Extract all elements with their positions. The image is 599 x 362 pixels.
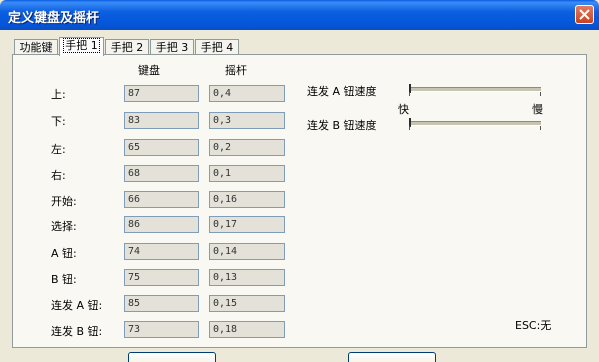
keyboard-field-up[interactable]: 87	[124, 85, 199, 102]
row-label-turbo-b: 连发 B 钮:	[51, 325, 103, 338]
keyboard-field-turbo-b[interactable]: 73	[124, 321, 199, 338]
close-icon	[579, 9, 590, 20]
tab-label: 手把 3	[155, 41, 189, 54]
esc-hint: ESC:无	[515, 319, 552, 332]
row-label-b-button: B 钮:	[51, 273, 77, 286]
keyboard-field-select[interactable]: 86	[124, 216, 199, 233]
slider-tick	[540, 92, 541, 96]
joystick-field-left[interactable]: 0,2	[209, 139, 285, 156]
keyboard-field-right[interactable]: 68	[124, 165, 199, 182]
tab-controller-2[interactable]: 手把 2	[105, 39, 149, 55]
row-label-select: 选择:	[51, 220, 77, 233]
row-label-down: 下:	[51, 115, 66, 128]
tab-label: 手把 1	[63, 38, 100, 53]
row-label-a-button: A 钮:	[51, 247, 77, 260]
slider-track	[409, 87, 541, 92]
row-label-turbo-a: 连发 A 钮:	[51, 299, 103, 312]
slider-tick	[409, 92, 410, 96]
tab-label: 手把 2	[110, 41, 144, 54]
joystick-field-a-button[interactable]: 0,14	[209, 243, 285, 260]
joystick-field-turbo-a[interactable]: 0,15	[209, 295, 285, 312]
turbo-b-speed-slider[interactable]	[409, 118, 541, 131]
close-button[interactable]	[575, 5, 594, 24]
slider-tick	[409, 126, 410, 130]
row-label-up: 上:	[51, 88, 66, 101]
turbo-a-speed-slider[interactable]	[409, 84, 541, 97]
joystick-field-down[interactable]: 0,3	[209, 112, 285, 129]
keyboard-field-turbo-a[interactable]: 85	[124, 295, 199, 312]
tab-label: 功能键	[19, 41, 53, 54]
fast-label: 快	[398, 103, 409, 116]
bottom-button-left[interactable]	[128, 352, 216, 362]
joystick-column-header: 摇杆	[225, 64, 247, 77]
row-label-left: 左:	[51, 143, 66, 156]
slider-track	[409, 121, 541, 126]
bottom-button-right[interactable]	[348, 352, 436, 362]
keyboard-column-header: 键盘	[138, 64, 160, 77]
joystick-field-select[interactable]: 0,17	[209, 216, 285, 233]
tab-controller-4[interactable]: 手把 4	[195, 39, 239, 55]
keyboard-field-b-button[interactable]: 75	[124, 269, 199, 286]
window-title: 定义键盘及摇杆	[8, 11, 100, 26]
keyboard-field-down[interactable]: 83	[124, 112, 199, 129]
row-label-start: 开始:	[51, 195, 77, 208]
tab-function-keys[interactable]: 功能键	[14, 39, 58, 55]
dialog-window: 定义键盘及摇杆 功能键 手把 1 手把 2 手把 3 手把 4 键盘 摇杆 上:…	[0, 0, 599, 362]
tab-controller-3[interactable]: 手把 3	[150, 39, 194, 55]
joystick-field-start[interactable]: 0,16	[209, 191, 285, 208]
keyboard-field-start[interactable]: 66	[124, 191, 199, 208]
turbo-b-speed-label: 连发 B 钮速度	[307, 119, 377, 132]
slow-label: 慢	[532, 103, 543, 116]
title-bar[interactable]: 定义键盘及摇杆	[0, 0, 599, 30]
row-label-right: 右:	[51, 169, 66, 182]
tab-panel: 键盘 摇杆 上: 87 0,4 下: 83 0,3 左: 65 0,2 右: 6…	[12, 54, 587, 348]
joystick-field-up[interactable]: 0,4	[209, 85, 285, 102]
keyboard-field-a-button[interactable]: 74	[124, 243, 199, 260]
keyboard-field-left[interactable]: 65	[124, 139, 199, 156]
joystick-field-b-button[interactable]: 0,13	[209, 269, 285, 286]
tab-label: 手把 4	[200, 41, 234, 54]
turbo-a-speed-label: 连发 A 钮速度	[307, 85, 377, 98]
tab-controller-1[interactable]: 手把 1	[59, 37, 104, 56]
joystick-field-right[interactable]: 0,1	[209, 165, 285, 182]
slider-tick	[540, 126, 541, 130]
joystick-field-turbo-b[interactable]: 0,18	[209, 321, 285, 338]
